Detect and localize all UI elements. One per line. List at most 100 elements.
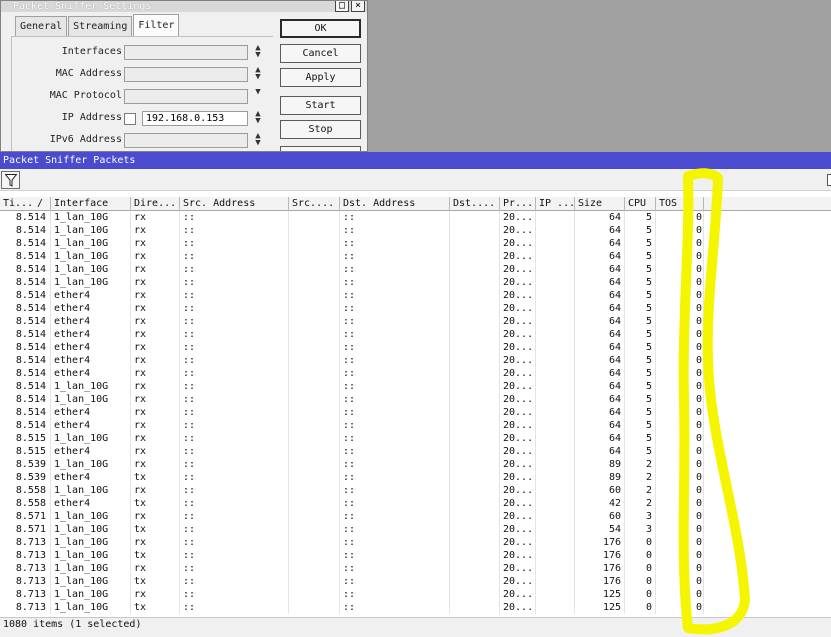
cell-src-port <box>289 237 340 250</box>
ip-address-field[interactable]: 192.168.0.153 <box>142 111 248 126</box>
close-icon[interactable]: × <box>351 1 365 12</box>
cell-ip-protocol <box>536 237 575 250</box>
mac-address-spinner-icon[interactable]: ▲ ▼ <box>252 66 264 82</box>
cell-interface: ether4 <box>51 341 131 354</box>
mac-protocol-dropdown-icon[interactable]: ▼ <box>252 88 264 104</box>
column-header-cpu[interactable]: CPU <box>625 197 656 211</box>
table-row[interactable]: 8.514 ether4 rx:::: 20... 64 5 0 <box>0 419 831 432</box>
cell-protocol: 20... <box>500 276 536 289</box>
cell-protocol: 20... <box>500 575 536 588</box>
maximize-icon[interactable]: □ <box>335 1 349 12</box>
tab-streaming[interactable]: Streaming <box>68 16 133 36</box>
table-row[interactable]: 8.515 ether4 rx:::: 20... 64 5 0 <box>0 445 831 458</box>
cell-ip-protocol <box>536 536 575 549</box>
ip-address-negate-checkbox[interactable] <box>124 113 136 125</box>
cell-interface: ether4 <box>51 406 131 419</box>
table-row[interactable]: 8.514 1_lan_10G rx:::: 20... 64 5 0 <box>0 393 831 406</box>
table-row[interactable]: 8.514 1_lan_10G rx:::: 20... 64 5 0 <box>0 276 831 289</box>
table-row[interactable]: 8.514 ether4 rx:::: 20... 64 5 0 <box>0 367 831 380</box>
table-row[interactable]: 8.713 1_lan_10G tx:::: 20... 176 0 0 <box>0 549 831 562</box>
interfaces-spinner-icon[interactable]: ▲ ▼ <box>252 44 264 60</box>
cell-protocol: 20... <box>500 263 536 276</box>
cell-size: 64 <box>575 289 625 302</box>
cell-ip-protocol <box>536 432 575 445</box>
cell-cpu: 5 <box>625 341 656 354</box>
start-button[interactable]: Start <box>280 96 361 115</box>
column-header-src-port[interactable]: Src.... <box>289 197 340 211</box>
cell-dst-address: :: <box>340 328 450 341</box>
column-header-interface[interactable]: Interface <box>51 197 131 211</box>
table-row[interactable]: 8.514 ether4 rx:::: 20... 64 5 0 <box>0 328 831 341</box>
table-row[interactable]: 8.514 ether4 rx:::: 20... 64 5 0 <box>0 354 831 367</box>
interfaces-field[interactable] <box>124 45 248 60</box>
table-row[interactable]: 8.514 1_lan_10G rx:::: 20... 64 5 0 <box>0 211 831 224</box>
column-header-ip-protocol[interactable]: IP ... <box>536 197 575 211</box>
table-row[interactable]: 8.514 1_lan_10G rx:::: 20... 64 5 0 <box>0 237 831 250</box>
cell-cpu: 5 <box>625 406 656 419</box>
cell-dst-port <box>450 289 500 302</box>
table-row[interactable]: 8.713 1_lan_10G tx:::: 20... 125 0 0 <box>0 601 831 614</box>
table-row[interactable]: 8.571 1_lan_10G tx:::: 20... 54 3 0 <box>0 523 831 536</box>
cell-dst-port <box>450 601 500 614</box>
table-row[interactable]: 8.558 1_lan_10G rx:::: 20... 60 2 0 <box>0 484 831 497</box>
table-row[interactable]: 8.514 1_lan_10G rx:::: 20... 64 5 0 <box>0 263 831 276</box>
cell-cpu: 5 <box>625 250 656 263</box>
column-header-direction[interactable]: Dire... <box>131 197 180 211</box>
interfaces-label: Interfaces: <box>61 46 128 57</box>
cell-time: 8.514 <box>0 211 51 224</box>
tab-general[interactable]: General <box>15 16 68 36</box>
column-header-src-address[interactable]: Src. Address <box>180 197 289 211</box>
cell-dst-port <box>450 432 500 445</box>
table-row[interactable]: 8.713 1_lan_10G rx:::: 20... 176 0 0 <box>0 536 831 549</box>
column-header-tos[interactable]: TOS <box>656 197 704 211</box>
find-box[interactable] <box>827 174 831 186</box>
table-row[interactable]: 8.514 1_lan_10G rx:::: 20... 64 5 0 <box>0 250 831 263</box>
column-header-protocol[interactable]: Pr... <box>500 197 536 211</box>
ipv6-address-field[interactable] <box>124 133 248 148</box>
table-row[interactable]: 8.558 ether4 tx:::: 20... 42 2 0 <box>0 497 831 510</box>
column-header-dst-address[interactable]: Dst. Address <box>340 197 450 211</box>
cell-time: 8.713 <box>0 588 51 601</box>
table-row[interactable]: 8.713 1_lan_10G tx:::: 20... 176 0 0 <box>0 575 831 588</box>
table-row[interactable]: 8.514 ether4 rx:::: 20... 64 5 0 <box>0 341 831 354</box>
cell-src-port <box>289 393 340 406</box>
table-row[interactable]: 8.514 ether4 rx:::: 20... 64 5 0 <box>0 302 831 315</box>
cell-ip-protocol <box>536 289 575 302</box>
cell-dst-address: :: <box>340 315 450 328</box>
table-row[interactable]: 8.713 1_lan_10G rx:::: 20... 176 0 0 <box>0 562 831 575</box>
cell-dst-port <box>450 302 500 315</box>
cell-time: 8.514 <box>0 419 51 432</box>
column-header-size[interactable]: Size <box>575 197 625 211</box>
cell-dst-address: :: <box>340 588 450 601</box>
mac-address-field[interactable] <box>124 67 248 82</box>
ipv6-address-spinner-icon[interactable]: ▲ ▼ <box>252 132 264 148</box>
cell-src-port <box>289 562 340 575</box>
table-row[interactable]: 8.515 1_lan_10G rx:::: 20... 64 5 0 <box>0 432 831 445</box>
settings-titlebar[interactable]: Packet Sniffer Settings □ × <box>1 1 367 12</box>
column-header-dst-port[interactable]: Dst.... <box>450 197 500 211</box>
stop-button[interactable]: Stop <box>280 120 361 139</box>
table-row[interactable]: 8.514 1_lan_10G rx:::: 20... 64 5 0 <box>0 224 831 237</box>
table-row[interactable]: 8.514 ether4 rx:::: 20... 64 5 0 <box>0 406 831 419</box>
filter-button[interactable] <box>1 171 20 189</box>
table-row[interactable]: 8.571 1_lan_10G rx:::: 20... 60 3 0 <box>0 510 831 523</box>
table-row[interactable]: 8.713 1_lan_10G rx:::: 20... 125 0 0 <box>0 588 831 601</box>
ip-address-row: IP Address: 192.168.0.153 ▲ ▼ <box>12 110 274 127</box>
table-row[interactable]: 8.514 ether4 rx:::: 20... 64 5 0 <box>0 289 831 302</box>
cell-tos: 0 <box>656 250 704 263</box>
tab-filter[interactable]: Filter <box>133 14 180 36</box>
packets-table: Ti... / Interface Dire... Src. Address Src...… <box>0 197 831 617</box>
packets-titlebar[interactable]: Packet Sniffer Packets <box>0 152 831 169</box>
table-row[interactable]: 8.514 ether4 rx:::: 20... 64 5 0 <box>0 315 831 328</box>
table-row[interactable]: 8.539 ether4 tx:::: 20... 89 2 0 <box>0 471 831 484</box>
cancel-button[interactable]: Cancel <box>280 44 361 63</box>
apply-button[interactable]: Apply <box>280 68 361 87</box>
table-row[interactable]: 8.539 1_lan_10G rx:::: 20... 89 2 0 <box>0 458 831 471</box>
ip-address-spinner-icon[interactable]: ▲ ▼ <box>252 110 264 126</box>
cell-dst-address: :: <box>340 406 450 419</box>
column-header-time[interactable]: Ti... / <box>0 197 51 211</box>
ok-button[interactable]: OK <box>280 19 361 38</box>
cell-src-address: :: <box>180 588 289 601</box>
table-row[interactable]: 8.514 1_lan_10G rx:::: 20... 64 5 0 <box>0 380 831 393</box>
mac-protocol-field[interactable] <box>124 89 248 104</box>
